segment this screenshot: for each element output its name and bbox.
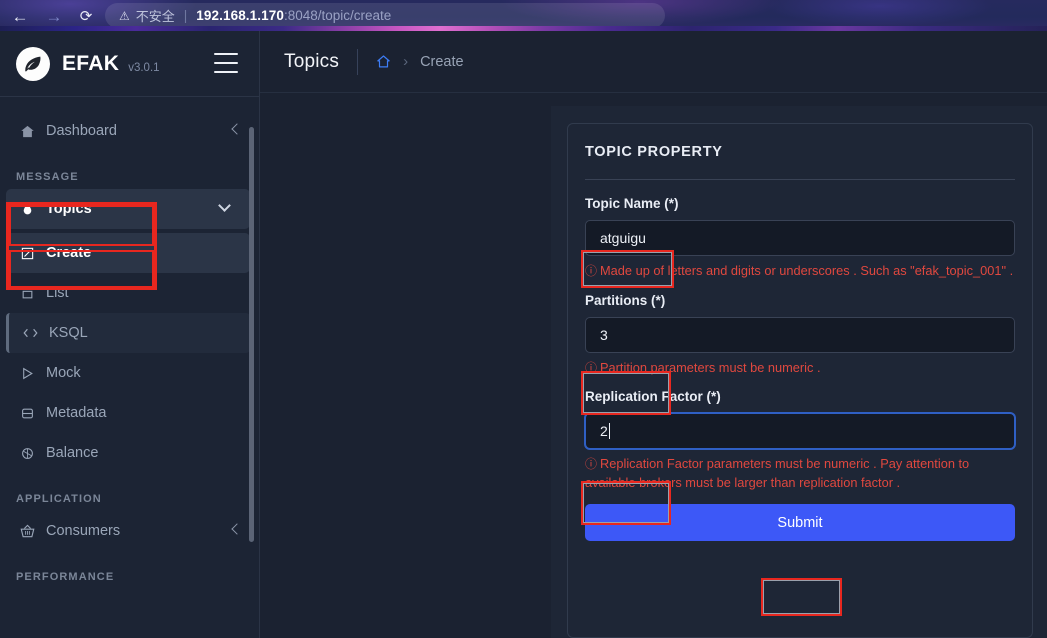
basket-icon	[16, 524, 38, 538]
sidebar-item-label: Topics	[46, 201, 92, 217]
replication-factor-input[interactable]: 2	[585, 413, 1015, 450]
sidebar-item-topics[interactable]: Topics	[6, 189, 250, 229]
hamburger-line	[214, 62, 238, 64]
field-label: Partitions (*)	[585, 292, 666, 308]
info-icon: ⓘ	[585, 457, 598, 472]
hamburger-icon[interactable]	[214, 53, 238, 73]
brand-header: EFAK v3.0.1	[0, 31, 259, 97]
field-label: Replication Factor (*)	[585, 389, 721, 405]
reload-icon: ⟳	[79, 7, 93, 25]
content-area: TOPIC PROPERTY Topic Name (*) atguigu ⓘ M…	[260, 93, 1047, 638]
home-icon[interactable]	[376, 54, 391, 69]
input-value: 2	[600, 423, 608, 440]
sidebar-item-label: Metadata	[46, 405, 107, 421]
sidebar-item-balance[interactable]: Balance	[0, 433, 259, 473]
insecure-label: 不安全	[135, 9, 175, 24]
code-icon	[19, 327, 41, 339]
sidebar-item-label: KSQL	[49, 325, 88, 341]
field-topic-name: Topic Name (*) atguigu ⓘ Made up of lette…	[585, 196, 1015, 281]
topic-property-card: TOPIC PROPERTY Topic Name (*) atguigu ⓘ M…	[567, 123, 1033, 638]
main-region: Topics › Create TOPIC PROPERTY Topic Nam…	[260, 31, 1047, 638]
hamburger-line	[214, 71, 238, 73]
sidebar-item-label: Create	[46, 245, 92, 261]
sidebar-scrollbar[interactable]	[249, 127, 254, 542]
sidebar-section-application: APPLICATION	[16, 493, 102, 505]
input-value: 3	[600, 326, 608, 343]
balance-icon	[16, 447, 38, 460]
info-icon: ⓘ	[585, 360, 598, 375]
field-label: Topic Name (*)	[585, 196, 679, 211]
topic-name-input[interactable]: atguigu	[585, 220, 1015, 256]
forward-arrow-icon: →	[45, 6, 63, 26]
url-path: :8048/topic/create	[283, 8, 392, 23]
info-icon: ⓘ	[585, 264, 598, 278]
hint-text: Made up of letters and digits or undersc…	[600, 263, 1014, 278]
breadcrumb-divider	[357, 48, 359, 75]
submit-button[interactable]: Submit	[585, 504, 1015, 542]
sidebar-item-label: Balance	[46, 445, 99, 461]
field-replication-factor: Replication Factor (*) 2 ⓘ Replication Fa…	[585, 389, 1015, 492]
back-button[interactable]: ←	[10, 6, 30, 26]
hamburger-line	[214, 53, 238, 55]
submit-label: Submit	[777, 514, 823, 531]
reload-button[interactable]: ⟳	[76, 6, 96, 26]
insecure-warning-icon: ⚠	[119, 8, 130, 23]
browser-chrome: ← → ⟳ ⚠ 不安全 | 192.168.1.170 :8048/topic/…	[0, 0, 1047, 31]
sidebar-item-ksql[interactable]: KSQL	[6, 313, 250, 353]
replication-factor-hint: ⓘ Replication Factor parameters must be n…	[585, 455, 1015, 492]
forward-button[interactable]: →	[44, 6, 64, 26]
sidebar-item-label: List	[46, 285, 69, 301]
brand-version: v3.0.1	[128, 61, 160, 74]
partitions-hint: ⓘ Partition parameters must be numeric .	[585, 359, 1015, 378]
droplet-icon	[16, 201, 38, 217]
url-bar[interactable]: ⚠ 不安全 | 192.168.1.170 :8048/topic/create	[105, 3, 665, 28]
topbar: Topics › Create	[260, 31, 1047, 93]
input-value: atguigu	[600, 230, 646, 246]
sidebar: EFAK v3.0.1 Dashboard MESSAGE Topics Cre…	[0, 31, 260, 638]
card-column: TOPIC PROPERTY Topic Name (*) atguigu ⓘ M…	[551, 106, 1047, 638]
page-title: Topics	[284, 50, 340, 72]
chevron-down-icon[interactable]	[219, 201, 232, 217]
card-title: TOPIC PROPERTY	[585, 144, 723, 160]
chevron-left-icon	[229, 123, 242, 139]
sidebar-item-consumers[interactable]: Consumers	[0, 511, 259, 551]
back-arrow-icon: ←	[11, 6, 29, 26]
url-host: 192.168.1.170	[196, 8, 284, 23]
partitions-input[interactable]: 3	[585, 316, 1015, 353]
sidebar-item-mock[interactable]: Mock	[0, 353, 259, 393]
topic-name-hint: ⓘ Made up of letters and digits or unders…	[585, 262, 1015, 281]
sidebar-section-message: MESSAGE	[16, 171, 79, 183]
breadcrumb-current: Create	[420, 53, 464, 70]
brand-name: EFAK	[62, 51, 120, 75]
url-separator: |	[183, 8, 188, 23]
efak-app: EFAK v3.0.1 Dashboard MESSAGE Topics Cre…	[0, 31, 1047, 638]
database-icon	[16, 407, 38, 420]
create-square-icon	[16, 247, 38, 260]
hint-text: Partition parameters must be numeric .	[600, 359, 821, 375]
list-icon	[16, 287, 38, 300]
sidebar-item-label: Dashboard	[46, 123, 117, 139]
feather-logo-icon	[16, 46, 50, 81]
sidebar-item-label: Mock	[46, 365, 81, 381]
hint-text: Replication Factor parameters must be nu…	[585, 456, 970, 490]
sidebar-item-label: Consumers	[46, 523, 121, 539]
sidebar-item-create[interactable]: Create	[6, 233, 250, 273]
play-icon	[16, 367, 38, 380]
sidebar-scroll-area: Dashboard MESSAGE Topics Create List KSQ…	[0, 97, 259, 638]
sidebar-item-dashboard[interactable]: Dashboard	[0, 111, 259, 151]
card-divider	[585, 179, 1015, 180]
breadcrumb-separator: ›	[403, 53, 409, 70]
field-partitions: Partitions (*) 3 ⓘ Partition parameters m…	[585, 293, 1015, 378]
sidebar-section-performance: PERFORMANCE	[16, 571, 115, 583]
sidebar-item-metadata[interactable]: Metadata	[0, 393, 259, 433]
chevron-left-icon	[229, 523, 242, 539]
home-icon	[16, 124, 38, 139]
sidebar-item-list[interactable]: List	[0, 273, 259, 313]
text-caret	[608, 423, 610, 440]
